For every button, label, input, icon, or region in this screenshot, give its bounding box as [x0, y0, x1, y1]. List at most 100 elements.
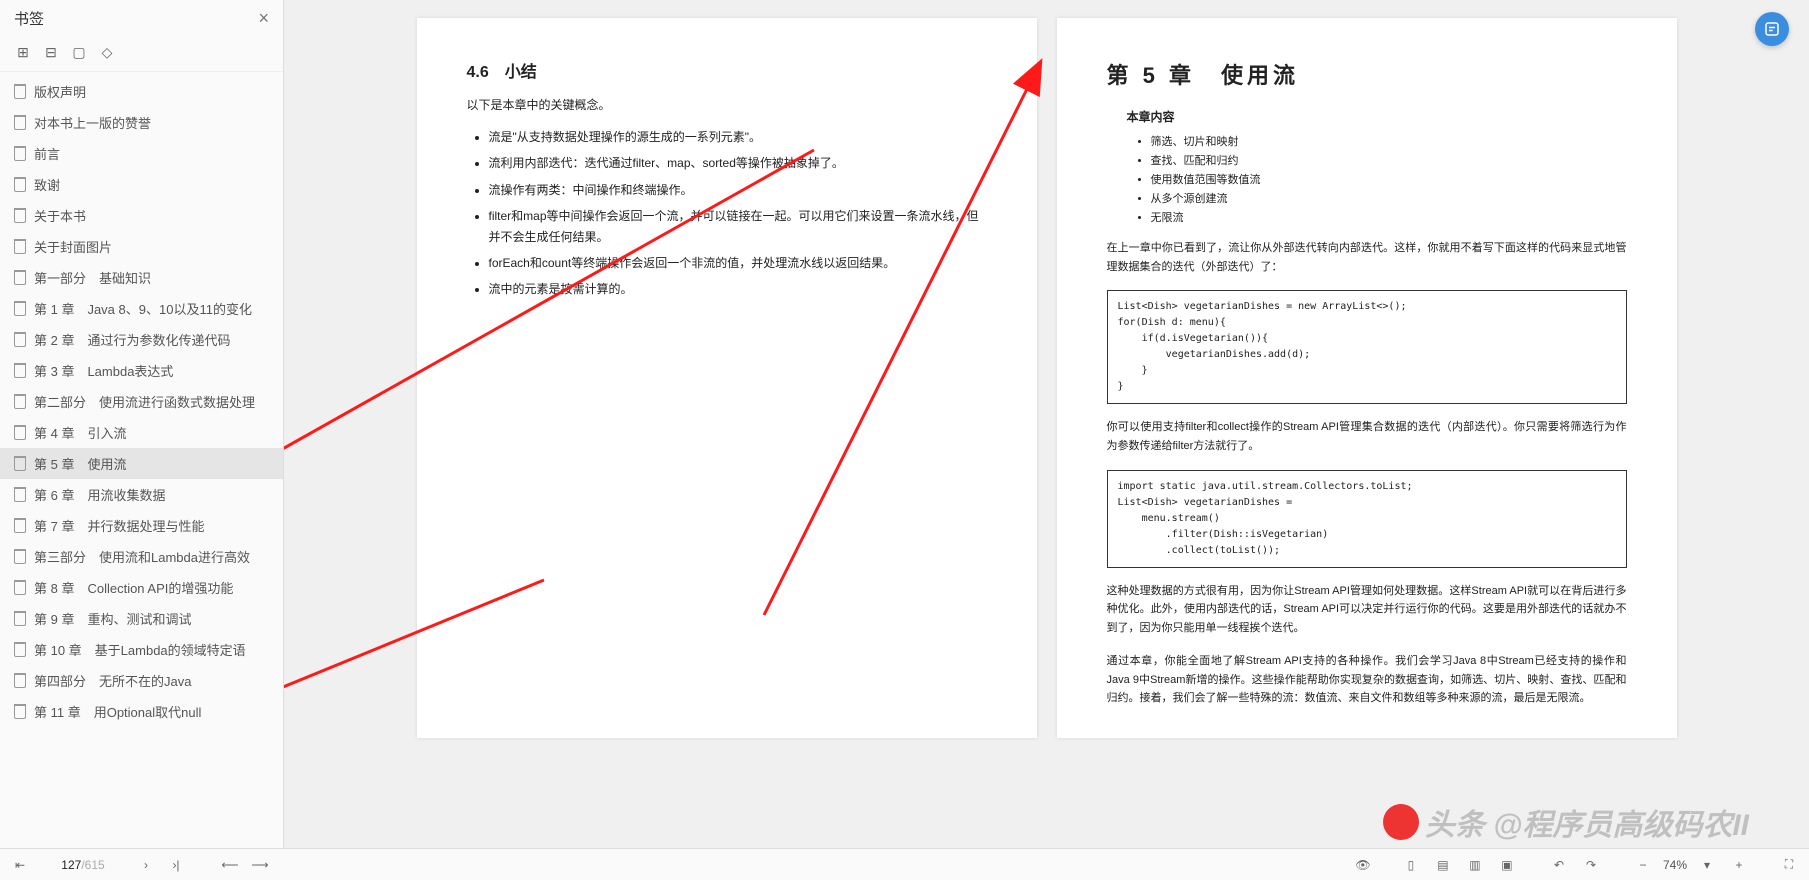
bookmark-icon: [14, 147, 26, 161]
bookmark-label: 第三部分 使用流和Lambda进行高效: [34, 547, 250, 566]
bookmark-item[interactable]: 致谢: [0, 169, 283, 200]
bookmark-item[interactable]: 对本书上一版的赞誉: [0, 107, 283, 138]
bookmark-icon: [14, 302, 26, 316]
bookmark-icon: [14, 209, 26, 223]
bookmark-item[interactable]: 关于本书: [0, 200, 283, 231]
two-page-icon[interactable]: ▥: [1463, 853, 1487, 877]
bookmark-icon: [14, 550, 26, 564]
bookmark-icon: [14, 333, 26, 347]
bookmark-add-icon[interactable]: ▢: [70, 43, 88, 61]
view-eye-icon[interactable]: 👁: [1351, 853, 1375, 877]
bookmark-item[interactable]: 第 6 章 用流收集数据: [0, 479, 283, 510]
page-number-display[interactable]: 127/615: [38, 858, 128, 872]
zoom-out-button[interactable]: −: [1631, 853, 1655, 877]
bullet-item: 流中的元素是按需计算的。: [489, 279, 987, 299]
sidebar-title: 书签: [14, 8, 44, 29]
contents-heading: 本章内容: [1127, 108, 1627, 125]
bookmark-item[interactable]: 第 1 章 Java 8、9、10以及11的变化: [0, 293, 283, 324]
bookmark-icon: [14, 85, 26, 99]
bookmark-label: 第 9 章 重构、测试和调试: [34, 609, 191, 628]
bookmark-item[interactable]: 第四部分 无所不在的Java: [0, 665, 283, 696]
bookmark-label: 第二部分 使用流进行函数式数据处理: [34, 392, 255, 411]
content-item: 筛选、切片和映射: [1151, 133, 1627, 149]
collapse-icon[interactable]: ⊟: [42, 43, 60, 61]
watermark-text: 头条 @程序员高级码农II: [1425, 800, 1749, 844]
bullet-item: filter和map等中间操作会返回一个流，并可以链接在一起。可以用它们来设置一…: [489, 206, 987, 247]
bookmark-item[interactable]: 版权声明: [0, 76, 283, 107]
bookmark-item[interactable]: 第 5 章 使用流: [0, 448, 283, 479]
bookmark-item[interactable]: 第 7 章 并行数据处理与性能: [0, 510, 283, 541]
bullet-item: 流利用内部迭代：迭代通过filter、map、sorted等操作被抽象掉了。: [489, 153, 987, 173]
bookmark-label: 第 5 章 使用流: [34, 454, 126, 473]
nav-fwd-button[interactable]: ⟶: [248, 853, 272, 877]
bottom-toolbar: ⇤ 127/615 › ›| ⟵ ⟶ 👁 ▯ ▤ ▥ ▣ ↶ ↷ − 74% ▾…: [0, 848, 1809, 880]
bookmark-label: 关于本书: [34, 206, 86, 225]
bookmark-item[interactable]: 第 3 章 Lambda表达式: [0, 355, 283, 386]
code-block: List<Dish> vegetarianDishes = new ArrayL…: [1107, 290, 1627, 404]
bookmark-icon: [14, 116, 26, 130]
bookmark-item[interactable]: 第二部分 使用流进行函数式数据处理: [0, 386, 283, 417]
document-viewer: 4.6 小结 以下是本章中的关键概念。 流是"从支持数据处理操作的源生成的一系列…: [284, 0, 1809, 880]
section-intro: 以下是本章中的关键概念。: [467, 96, 987, 113]
bookmark-label: 关于封面图片: [34, 237, 112, 256]
zoom-in-button[interactable]: +: [1727, 853, 1751, 877]
book-view-icon[interactable]: ▣: [1495, 853, 1519, 877]
assistant-float-button[interactable]: [1755, 12, 1789, 46]
summary-bullets: 流是"从支持数据处理操作的源生成的一系列元素"。流利用内部迭代：迭代通过filt…: [489, 127, 987, 300]
last-page-button[interactable]: ›|: [164, 853, 188, 877]
bullet-item: 流是"从支持数据处理操作的源生成的一系列元素"。: [489, 127, 987, 147]
bookmark-item[interactable]: 第一部分 基础知识: [0, 262, 283, 293]
close-icon[interactable]: ×: [258, 8, 269, 29]
bookmark-item[interactable]: 第 11 章 用Optional取代null: [0, 696, 283, 727]
bookmark-icon: [14, 612, 26, 626]
bullet-item: forEach和count等终端操作会返回一个非流的值，并处理流水线以返回结果。: [489, 253, 987, 273]
bookmark-icon: [14, 519, 26, 533]
bookmark-label: 前言: [34, 144, 60, 163]
bookmarks-sidebar: 书签 × ⊞ ⊟ ▢ ◇ 版权声明对本书上一版的赞誉前言致谢关于本书关于封面图片…: [0, 0, 284, 880]
continuous-icon[interactable]: ▤: [1431, 853, 1455, 877]
bookmark-item[interactable]: 第 8 章 Collection API的增强功能: [0, 572, 283, 603]
rotate-left-icon[interactable]: ↶: [1547, 853, 1571, 877]
expand-icon[interactable]: ⊞: [14, 43, 32, 61]
bookmark-icon: [14, 271, 26, 285]
bookmark-icon: [14, 426, 26, 440]
bookmark-icon: [14, 178, 26, 192]
bookmark-item[interactable]: 第 10 章 基于Lambda的领域特定语: [0, 634, 283, 665]
zoom-dropdown-icon[interactable]: ▾: [1695, 853, 1719, 877]
rotate-right-icon[interactable]: ↷: [1579, 853, 1603, 877]
current-page: 127: [61, 858, 81, 872]
nav-back-button[interactable]: ⟵: [218, 853, 242, 877]
next-page-button[interactable]: ›: [134, 853, 158, 877]
content-item: 从多个源创建流: [1151, 190, 1627, 206]
page-right: 第 5 章 使用流 本章内容 筛选、切片和映射查找、匹配和归约使用数值范围等数值…: [1057, 18, 1677, 738]
content-item: 使用数值范围等数值流: [1151, 171, 1627, 187]
bookmark-label: 版权声明: [34, 82, 86, 101]
fullscreen-icon[interactable]: ⛶: [1777, 853, 1801, 877]
bookmark-label: 第 4 章 引入流: [34, 423, 126, 442]
bookmark-item[interactable]: 第三部分 使用流和Lambda进行高效: [0, 541, 283, 572]
bookmark-item[interactable]: 第 4 章 引入流: [0, 417, 283, 448]
zoom-level[interactable]: 74%: [1663, 858, 1687, 872]
bookmarks-list[interactable]: 版权声明对本书上一版的赞誉前言致谢关于本书关于封面图片第一部分 基础知识第 1 …: [0, 72, 283, 880]
sidebar-toolbar: ⊞ ⊟ ▢ ◇: [0, 37, 283, 72]
bookmark-icon: [14, 395, 26, 409]
bookmark-label: 第 8 章 Collection API的增强功能: [34, 578, 233, 597]
first-page-button[interactable]: ⇤: [8, 853, 32, 877]
bookmark-item[interactable]: 关于封面图片: [0, 231, 283, 262]
bookmark-label: 第 1 章 Java 8、9、10以及11的变化: [34, 299, 252, 318]
bookmark-item[interactable]: 第 9 章 重构、测试和调试: [0, 603, 283, 634]
paragraph: 这种处理数据的方式很有用，因为你让Stream API管理如何处理数据。这样St…: [1107, 582, 1627, 638]
watermark: 头条 @程序员高级码农II: [1383, 800, 1749, 844]
bookmark-label: 第 2 章 通过行为参数化传递代码: [34, 330, 230, 349]
bookmark-icon: [14, 488, 26, 502]
bookmark-label: 第 7 章 并行数据处理与性能: [34, 516, 204, 535]
page-left: 4.6 小结 以下是本章中的关键概念。 流是"从支持数据处理操作的源生成的一系列…: [417, 18, 1037, 738]
bookmark-label: 致谢: [34, 175, 60, 194]
bookmark-icon: [14, 364, 26, 378]
bookmark-item[interactable]: 前言: [0, 138, 283, 169]
section-heading: 4.6 小结: [467, 58, 987, 82]
bookmark-outline-icon[interactable]: ◇: [98, 43, 116, 61]
bookmark-item[interactable]: 第 2 章 通过行为参数化传递代码: [0, 324, 283, 355]
bookmark-icon: [14, 674, 26, 688]
single-page-icon[interactable]: ▯: [1399, 853, 1423, 877]
